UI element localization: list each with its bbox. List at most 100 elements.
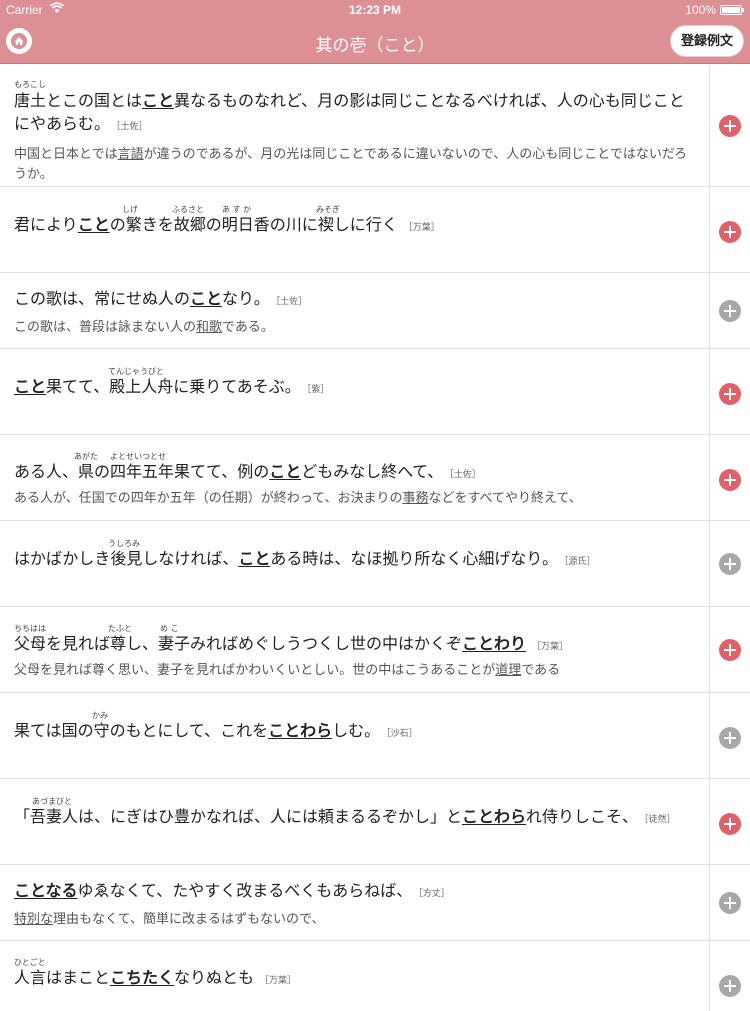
sentence-text: 唐土とこの国とは xyxy=(14,91,143,110)
row-divider xyxy=(709,349,710,434)
source-tag: ［土佐］ xyxy=(449,470,481,480)
battery-percent: 100% xyxy=(685,3,716,17)
ruby: め こ xyxy=(160,624,179,633)
row-divider xyxy=(709,187,710,272)
sentence-text: なりぬとも xyxy=(174,968,255,987)
row-divider xyxy=(709,65,710,186)
ruby: もろこし xyxy=(14,80,46,89)
translation: 中国と日本とでは言語が違うのであるが、月の光は同じことであるに違いないので、人の… xyxy=(14,145,698,185)
add-circle-red-icon[interactable] xyxy=(719,115,741,137)
sentence-text: ある人、県の四年五年果てて、例の xyxy=(14,462,270,481)
list-item: あづまびと 「吾妻人は、にぎはひ豊かなれば、人には頼まるるぞかし」とことわられ侍… xyxy=(0,779,750,865)
translation-keyword: 言語 xyxy=(117,147,144,162)
keyword: ことわら xyxy=(268,721,333,740)
item-content: ことなるゆゑなくて、たやすく改まるべくもあらねば、 ［方丈］ 特別な理由もなくて、… xyxy=(14,865,698,930)
example-sentence: 君によりことの繁きを故郷の明日香の川に禊しに行く ［万葉］ xyxy=(14,213,698,240)
sentence-text: ある時は、なほ拠り所なく心細げなり。 xyxy=(270,549,559,568)
row-divider xyxy=(709,865,710,940)
example-sentence: 「吾妻人は、にぎはひ豊かなれば、人には頼まるるぞかし」とことわられ侍りしこそ、 ［… xyxy=(14,805,698,832)
sentence-text: の繁きを故郷の明日香の川に禊しに行く xyxy=(109,215,398,234)
item-content: あがた よとせいつとせ ある人、県の四年五年果てて、例のことどもみなし終へて、 ［… xyxy=(14,435,698,509)
sentence-text: れ侍りしこそ、 xyxy=(526,807,639,826)
item-content: ちちはは たふと め こ 父母を見れば尊し、妻子みればめぐしうつくし世の中はかく… xyxy=(14,607,698,681)
keyword: こと xyxy=(269,462,302,481)
item-content: てんじゃうびと こと果てて、殿上人舟に乗りてあそぶ。 ［紫］ xyxy=(14,349,698,402)
source-tag: ［徒然］ xyxy=(644,815,676,825)
ruby: てんじゃうびと xyxy=(108,367,164,376)
source-tag: ［土佐］ xyxy=(116,122,148,132)
example-sentence: 人言はまことこちたくなりぬとも ［万葉］ xyxy=(14,966,698,993)
keyword: こと xyxy=(77,215,110,234)
list-item: この歌は、常にせぬ人のことなり。 ［土佐］ この歌は、普段は詠まない人の和歌である… xyxy=(0,273,750,349)
add-circle-red-icon[interactable] xyxy=(719,639,741,661)
registered-examples-button[interactable]: 登録例文 xyxy=(670,25,744,57)
item-content: この歌は、常にせぬ人のことなり。 ［土佐］ この歌は、普段は詠まない人の和歌である… xyxy=(14,273,698,338)
list-item: かみ 果ては国の守のもとにして、これをことわらしむ。 ［沙石］ xyxy=(0,693,750,779)
row-divider xyxy=(709,779,710,864)
ruby: よとせいつとせ xyxy=(110,452,166,461)
keyword: こと xyxy=(238,549,271,568)
add-circle-red-icon[interactable] xyxy=(719,221,741,243)
keyword: こちたく xyxy=(110,968,175,987)
navigation-bar: 其の壱（こと） 登録例文 xyxy=(0,20,750,64)
list-item: ちちはは たふと め こ 父母を見れば尊し、妻子みればめぐしうつくし世の中はかく… xyxy=(0,607,750,693)
source-tag: ［万葉］ xyxy=(403,223,440,233)
sentence-text: 人言はまこと xyxy=(14,968,111,987)
add-circle-gray-icon[interactable] xyxy=(719,300,741,322)
example-sentence: ことなるゆゑなくて、たやすく改まるべくもあらねば、 ［方丈］ xyxy=(14,879,698,906)
example-list: もろこし 唐土とこの国とはこと異なるものなれど、月の影は同じことなるべければ、人… xyxy=(0,65,750,1011)
ruby: たふと xyxy=(108,624,132,633)
add-circle-red-icon[interactable] xyxy=(719,469,741,491)
ruby: かみ xyxy=(92,711,108,720)
sentence-text: 君により xyxy=(14,215,78,234)
add-circle-gray-icon[interactable] xyxy=(719,553,741,575)
source-tag: ［紫］ xyxy=(306,385,330,395)
translation-text: 中国と日本とでは xyxy=(14,147,118,162)
ruby: うしろみ xyxy=(108,539,140,548)
add-circle-gray-icon[interactable] xyxy=(719,975,741,997)
translation-text: である。 xyxy=(222,320,274,335)
source-tag: ［源氏］ xyxy=(564,557,596,567)
add-circle-gray-icon[interactable] xyxy=(719,892,741,914)
sentence-text: はかばかしき後見しなければ、 xyxy=(14,549,239,568)
ruby: みそぎ xyxy=(316,205,340,214)
add-circle-gray-icon[interactable] xyxy=(719,727,741,749)
translation-keyword: 事務 xyxy=(402,491,429,506)
keyword: ことなる xyxy=(14,881,78,900)
list-item: ことなるゆゑなくて、たやすく改まるべくもあらねば、 ［方丈］ 特別な理由もなくて、… xyxy=(0,865,750,941)
clock: 12:23 PM xyxy=(348,3,402,17)
add-circle-red-icon[interactable] xyxy=(719,813,741,835)
translation-text: である xyxy=(521,663,561,678)
add-circle-red-icon[interactable] xyxy=(719,383,741,405)
keyword: こと xyxy=(142,91,175,110)
item-content: かみ 果ては国の守のもとにして、これをことわらしむ。 ［沙石］ xyxy=(14,693,698,746)
list-item: てんじゃうびと こと果てて、殿上人舟に乗りてあそぶ。 ［紫］ xyxy=(0,349,750,435)
translation: ある人が、任国での四年か五年（の任期）が終わって、お決まりの事務などをすべてやり… xyxy=(14,489,698,509)
list-item: もろこし 唐土とこの国とはこと異なるものなれど、月の影は同じことなるべければ、人… xyxy=(0,65,750,187)
sentence-text: 果ては国の守のもとにして、これを xyxy=(14,721,269,740)
example-sentence: この歌は、常にせぬ人のことなり。 ［土佐］ xyxy=(14,287,698,314)
row-divider xyxy=(709,693,710,778)
item-content: もろこし 唐土とこの国とはこと異なるものなれど、月の影は同じことなるべければ、人… xyxy=(14,65,698,185)
item-content: ひとごと 人言はまことこちたくなりぬとも ［万葉］ xyxy=(14,941,698,993)
translation-keyword: 特別な xyxy=(14,912,54,927)
translation-keyword: 道理 xyxy=(495,663,522,678)
item-content: しげ ふるさと あ す か みそぎ 君によりことの繁きを故郷の明日香の川に禊しに… xyxy=(14,187,698,240)
source-tag: ［万葉］ xyxy=(260,976,297,986)
example-sentence: 唐土とこの国とはこと異なるものなれど、月の影は同じことなるべければ、人の心も同じ… xyxy=(14,89,698,139)
translation: 父母を見れば尊く思い、妻子を見ればかわいくいとしい。世の中はこうあることが道理で… xyxy=(14,661,698,681)
ruby: しげ xyxy=(122,205,138,214)
row-divider xyxy=(709,521,710,606)
row-divider xyxy=(709,941,710,1011)
list-item: あがた よとせいつとせ ある人、県の四年五年果てて、例のことどもみなし終へて、 ［… xyxy=(0,435,750,521)
ruby: ふるさと xyxy=(172,205,204,214)
ruby: ちちはは xyxy=(14,624,46,633)
row-divider xyxy=(709,607,710,692)
battery-icon xyxy=(720,5,744,15)
keyword: こと xyxy=(190,289,223,308)
translation: この歌は、普段は詠まない人の和歌である。 xyxy=(14,318,698,338)
translation-keyword: 和歌 xyxy=(196,320,223,335)
sentence-text: 果てて、殿上人舟に乗りてあそぶ。 xyxy=(46,377,301,396)
page-title: 其の壱（こと） xyxy=(315,36,435,56)
item-content: うしろみ はかばかしき後見しなければ、ことある時は、なほ拠り所なく心細げなり。 ［… xyxy=(14,521,698,574)
